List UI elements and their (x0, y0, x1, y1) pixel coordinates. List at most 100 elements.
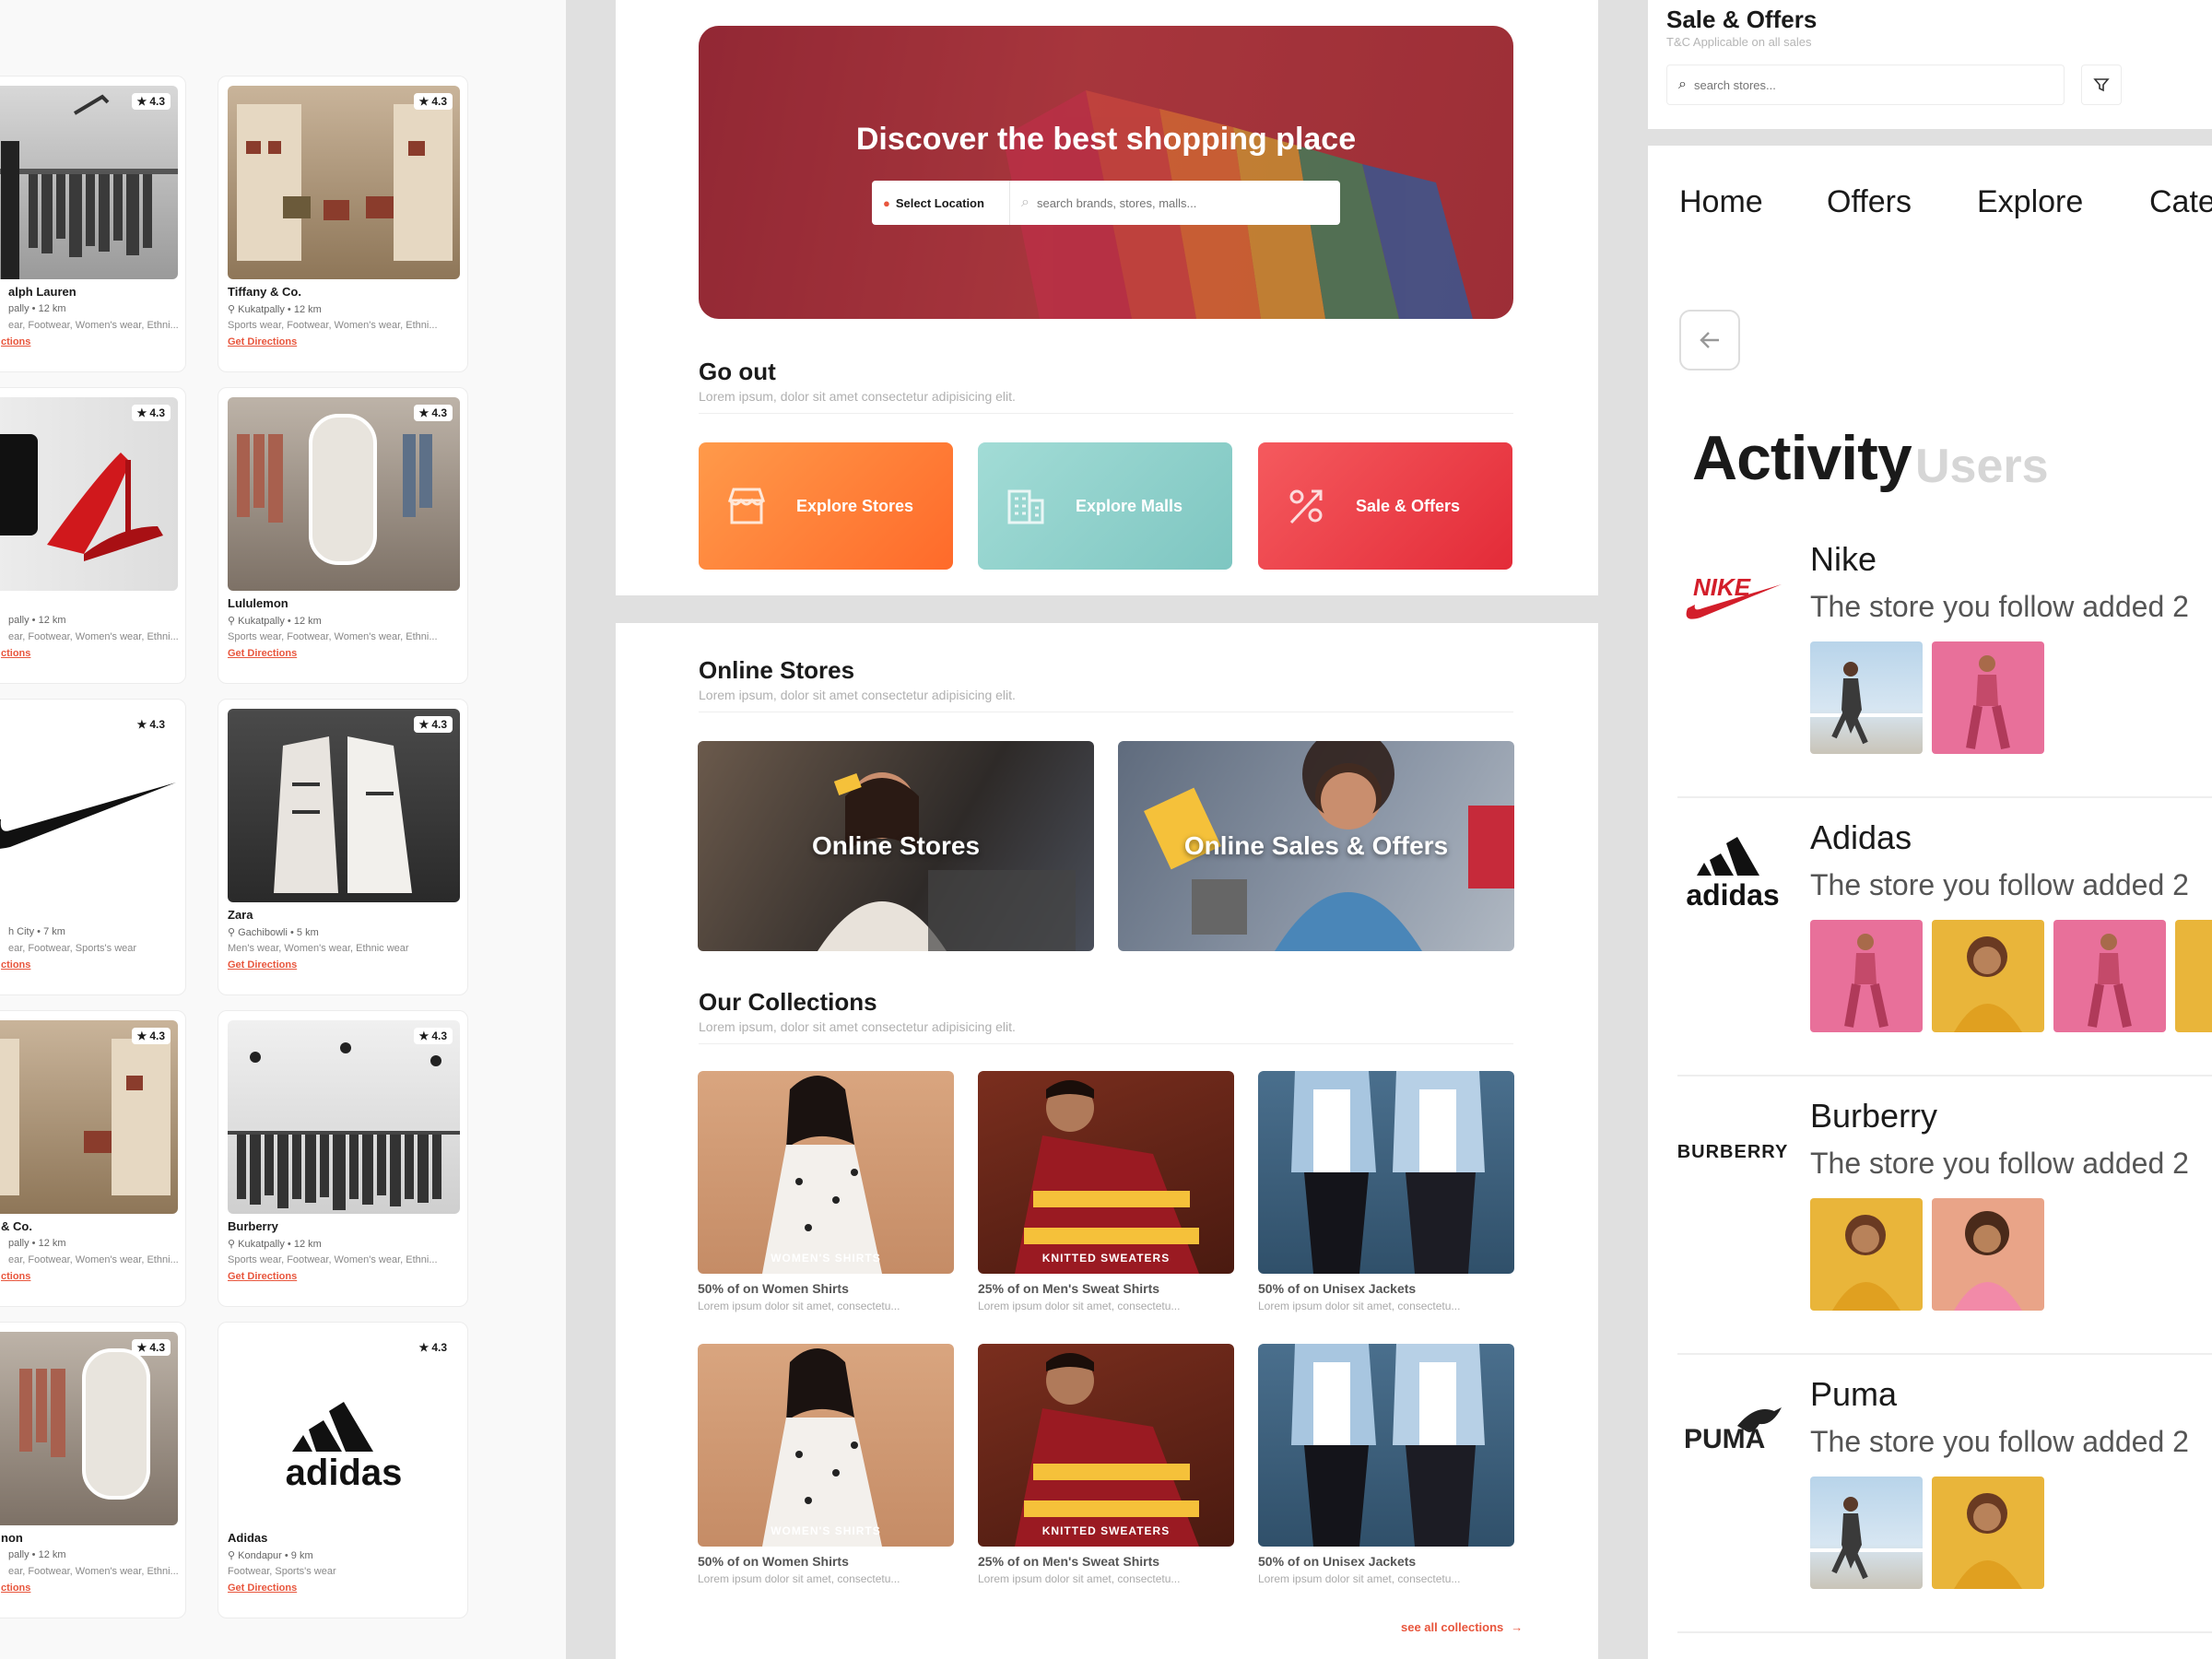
product-thumbnail[interactable] (2175, 920, 2212, 1032)
store-card[interactable]: ★ 4.3 h City • 7 km ear, Footwear, Sports… (0, 699, 186, 995)
back-button[interactable] (1679, 310, 1740, 371)
get-directions-link[interactable]: ctions (1, 1583, 30, 1594)
collection-subtitle: Lorem ipsum dolor sit amet, consectetu..… (978, 1300, 1181, 1312)
get-directions-link[interactable]: ctions (1, 1271, 30, 1282)
rating-badge: ★ 4.3 (413, 1028, 453, 1044)
store-card[interactable]: adidas ★ 4.3 Adidas ⚲ Kondapur • 9 km Foo… (218, 1322, 468, 1618)
store-card[interactable]: ★ 4.3 Tiffany & Co. ⚲ Kukatpally • 12 km … (218, 76, 468, 372)
online-sales-offers-card[interactable]: Online Sales & Offers (1118, 741, 1514, 951)
location-selector[interactable]: ● Select Location (872, 181, 1010, 225)
see-all-collections-link[interactable]: see all collections → (1401, 1620, 1523, 1634)
store-card[interactable]: ★ 4.3 non pally • 12 km ear, Footwear, Wo… (0, 1322, 186, 1618)
get-directions-link[interactable]: Get Directions (228, 1271, 297, 1282)
explore-stores-tile[interactable]: Explore Stores (699, 442, 953, 570)
svg-text:NIKE: NIKE (1693, 573, 1751, 601)
store-categories: Sports wear, Footwear, Women's wear, Eth… (228, 320, 438, 331)
brand-activity-text: The store you follow added 2 (1810, 868, 2189, 901)
nav-explore[interactable]: Explore (1977, 184, 2083, 220)
product-thumbnail[interactable] (1810, 1198, 1923, 1311)
arrow-right-icon: → (1511, 1620, 1524, 1634)
activity-item-burberry[interactable]: BURBERRY Burberry The store you follow a… (1677, 1097, 2212, 1375)
divider (1677, 1353, 2212, 1355)
get-directions-link[interactable]: ctions (1, 959, 30, 971)
collection-subtitle: Lorem ipsum dolor sit amet, consectetu..… (1258, 1572, 1461, 1585)
offers-activity-panel: Sale & Offers T&C Applicable on all sale… (1648, 0, 2212, 1659)
store-image: ★ 4.3 (228, 86, 460, 279)
get-directions-link[interactable]: Get Directions (228, 648, 297, 659)
store-categories: Men's wear, Women's wear, Ethnic wear (228, 943, 409, 954)
product-thumbnail[interactable] (1810, 920, 1923, 1032)
nav-home[interactable]: Home (1679, 184, 1763, 220)
activity-tab[interactable]: Activity (1692, 422, 1912, 494)
hero-search-bar: ● Select Location ⌕ (872, 181, 1340, 225)
store-card[interactable]: ★ 4.3 alph Lauren pally • 12 km ear, Foot… (0, 76, 186, 372)
nav-offers[interactable]: Offers (1827, 184, 1912, 220)
collection-card[interactable] (1258, 1344, 1514, 1547)
sale-offers-tile[interactable]: Sale & Offers (1258, 442, 1512, 570)
activity-item-adidas[interactable]: adidas Adidas The store you follow added… (1677, 818, 2212, 1097)
store-categories: Sports wear, Footwear, Women's wear, Eth… (228, 1254, 438, 1265)
get-directions-link[interactable]: ctions (1, 648, 30, 659)
product-thumbnail[interactable] (1810, 641, 1923, 754)
store-categories: ear, Footwear, Women's wear, Ethni... (8, 1566, 179, 1577)
explore-malls-tile[interactable]: Explore Malls (978, 442, 1232, 570)
product-thumbnail[interactable] (1932, 641, 2044, 754)
collection-card[interactable]: WOMEN'S SHIRTS (698, 1344, 954, 1547)
store-image: adidas ★ 4.3 (228, 1332, 460, 1525)
product-thumbnail[interactable] (1810, 1477, 1923, 1589)
store-card[interactable]: ★ 4.3 & Co. pally • 12 km ear, Footwear, … (0, 1010, 186, 1307)
collection-tag: WOMEN'S SHIRTS (771, 1252, 881, 1265)
sale-offers-subtitle: T&C Applicable on all sales (1666, 35, 1812, 49)
collection-title: 50% of on Unisex Jackets (1258, 1281, 1417, 1296)
collection-card[interactable]: KNITTED SWEATERS (978, 1071, 1234, 1274)
brand-name: Nike (1810, 540, 1877, 578)
store-name: Zara (228, 908, 253, 922)
store-icon (727, 488, 766, 524)
rating-badge: ★ 4.3 (413, 716, 453, 733)
store-card[interactable]: ★ 4.3 Burberry ⚲ Kukatpally • 12 km Sport… (218, 1010, 468, 1307)
hero-banner: Discover the best shopping place ● Selec… (699, 26, 1513, 319)
store-name: & Co. (1, 1219, 32, 1233)
store-location: ⚲ Kukatpally • 12 km (228, 1239, 322, 1250)
star-icon: ★ (136, 406, 147, 419)
burberry-logo: BURBERRY (1677, 1141, 1789, 1162)
store-search-input[interactable] (1693, 77, 2044, 92)
store-categories: Sports wear, Footwear, Women's wear, Eth… (228, 631, 438, 642)
get-directions-link[interactable]: Get Directions (228, 959, 297, 971)
collection-card[interactable]: WOMEN'S SHIRTS (698, 1071, 954, 1274)
star-icon: ★ (136, 1030, 147, 1042)
store-location: pally • 12 km (8, 1549, 66, 1560)
star-icon: ★ (418, 95, 429, 108)
nav-categories[interactable]: Cate (2149, 184, 2212, 220)
activity-item-nike[interactable]: NIKE Nike The store you follow added 2 (1677, 540, 2212, 818)
percent-icon (1289, 489, 1323, 524)
get-directions-link[interactable]: Get Directions (228, 1583, 297, 1594)
hero-search-input[interactable] (1036, 195, 1313, 210)
go-out-title: Go out (699, 358, 776, 385)
collections-title: Our Collections (699, 988, 877, 1016)
collection-tag: KNITTED SWEATERS (1041, 1524, 1171, 1537)
store-card[interactable]: ★ 4.3 Lululemon ⚲ Kukatpally • 12 km Spor… (218, 387, 468, 684)
divider (1677, 1075, 2212, 1077)
collection-card[interactable] (1258, 1071, 1514, 1274)
activity-item-puma[interactable]: PUMA Puma The store you follow added 2 (1677, 1375, 2212, 1653)
product-thumbnail[interactable] (2053, 920, 2166, 1032)
users-tab[interactable]: Users (1915, 439, 2049, 494)
collection-card[interactable]: KNITTED SWEATERS (978, 1344, 1234, 1547)
store-card[interactable]: ★ 4.3 pally • 12 km ear, Footwear, Women'… (0, 387, 186, 684)
brand-activity-text: The store you follow added 2 (1810, 1147, 2189, 1180)
store-image: ★ 4.3 (0, 86, 178, 279)
collection-title: 50% of on Women Shirts (698, 1281, 849, 1296)
divider (699, 413, 1513, 414)
store-image: ★ 4.3 (0, 1332, 178, 1525)
get-directions-link[interactable]: ctions (1, 336, 30, 347)
store-card[interactable]: ★ 4.3 Zara ⚲ Gachibowli • 5 km Men's wear… (218, 699, 468, 995)
online-stores-card[interactable]: Online Stores (698, 741, 1094, 951)
product-thumbnail[interactable] (1932, 1198, 2044, 1311)
filter-button[interactable] (2081, 65, 2122, 105)
collection-subtitle: Lorem ipsum dolor sit amet, consectetu..… (1258, 1300, 1461, 1312)
product-thumbnail[interactable] (1932, 920, 2044, 1032)
get-directions-link[interactable]: Get Directions (228, 336, 297, 347)
activity-screen: Home Offers Explore Cate Activity Users … (1648, 146, 2212, 1659)
product-thumbnail[interactable] (1932, 1477, 2044, 1589)
